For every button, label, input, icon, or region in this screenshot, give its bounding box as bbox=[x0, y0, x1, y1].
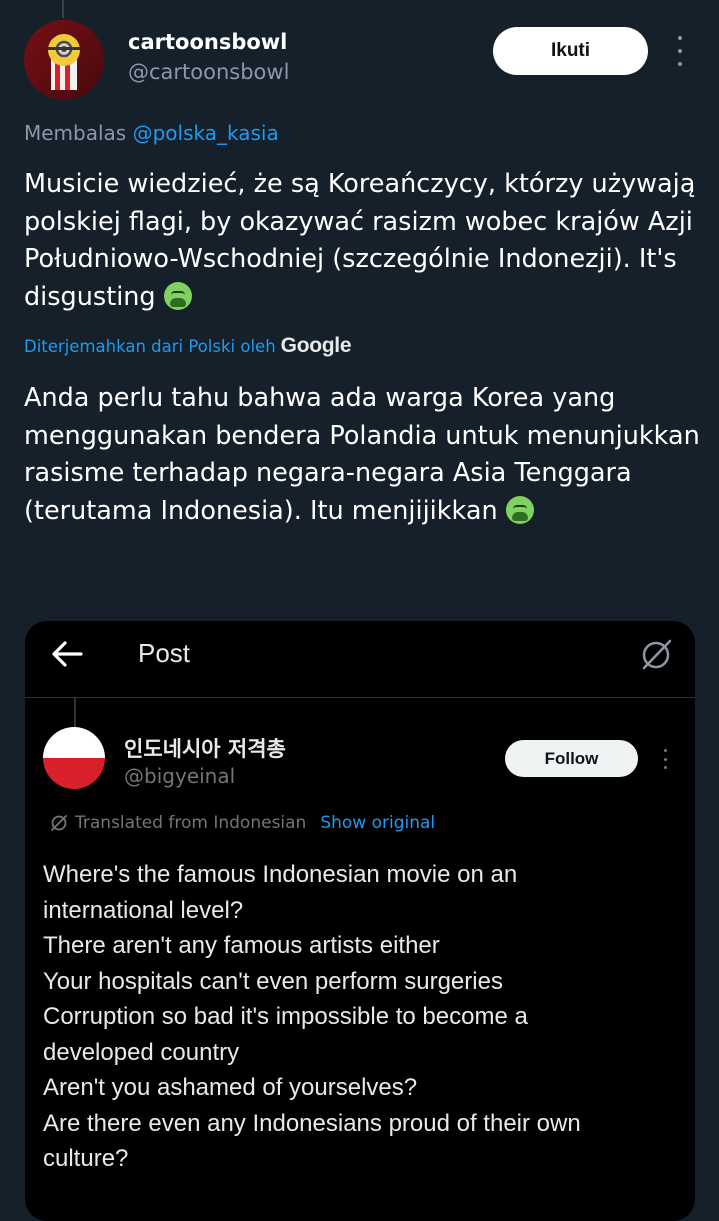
translate-icon bbox=[642, 639, 672, 670]
embed-author-name: 인도네시아 저격총 bbox=[124, 737, 286, 761]
embed-thread-line bbox=[74, 697, 76, 727]
embed-text-line: Where's the famous Indonesian movie on a… bbox=[43, 861, 518, 888]
embed-avatar bbox=[43, 727, 105, 789]
embed-text-line: Aren't you ashamed of yourselves? bbox=[43, 1074, 418, 1101]
translation-attribution[interactable]: Diterjemahkan dari Polski oleh Google bbox=[24, 334, 352, 358]
embed-header-title: Post bbox=[138, 638, 191, 668]
embed-post-text: Where's the famous Indonesian movie on a… bbox=[43, 857, 683, 1177]
embed-text-line: developed country bbox=[43, 1038, 240, 1066]
post-text-translated: Anda perlu tahu bahwa ada warga Korea ya… bbox=[24, 380, 704, 530]
nauseated-face-icon bbox=[505, 495, 534, 524]
avatar-image bbox=[24, 20, 104, 100]
author-name[interactable]: cartoonsbowl bbox=[128, 30, 287, 54]
translated-by-label: Diterjemahkan dari Polski oleh bbox=[24, 336, 276, 356]
embed-text-line: Your hospitals can't even perform surger… bbox=[43, 967, 503, 995]
avatar[interactable] bbox=[24, 20, 104, 100]
follow-button[interactable]: Ikuti bbox=[493, 27, 648, 75]
replying-to-link[interactable]: @polska_kasia bbox=[133, 121, 279, 145]
embed-text-line: There aren't any famous artists either bbox=[43, 932, 440, 959]
post-text-translated-content: Anda perlu tahu bahwa ada warga Korea ya… bbox=[24, 383, 700, 526]
translated-from-label: Translated from Indonesian bbox=[75, 813, 307, 833]
embed-text-line: culture? bbox=[43, 1145, 129, 1172]
post-text-original: Musicie wiedzieć, że są Koreańczycy, któ… bbox=[24, 166, 704, 316]
back-arrow-icon bbox=[52, 641, 83, 667]
embed-header: Post bbox=[25, 621, 695, 698]
embed-text-line: Corruption so bad it's impossible to bec… bbox=[43, 1003, 528, 1030]
embed-translation-note: Translated from Indonesian Show original bbox=[49, 813, 435, 833]
embed-text-line: Are there even any Indonesians proud of … bbox=[43, 1109, 581, 1137]
post-text-original-content: Musicie wiedzieć, że są Koreańczycy, któ… bbox=[24, 169, 696, 312]
embed-text-line: international level? bbox=[43, 896, 244, 924]
show-original-link: Show original bbox=[320, 813, 436, 833]
embed-follow-button: Follow bbox=[505, 740, 638, 777]
embed-author-handle: @bigyeinal bbox=[124, 764, 236, 788]
more-options-icon[interactable] bbox=[672, 36, 688, 66]
replying-prefix: Membalas bbox=[24, 121, 127, 145]
replying-to: Membalas @polska_kasia bbox=[24, 121, 279, 145]
embed-more-icon bbox=[661, 749, 669, 769]
thread-line bbox=[62, 0, 64, 18]
embedded-screenshot[interactable]: Post 인도네시아 저격총 @bigyeinal Follow Transla… bbox=[25, 621, 695, 1221]
nauseated-face-icon bbox=[163, 281, 192, 310]
google-logo: Google bbox=[280, 334, 352, 357]
translate-small-icon bbox=[51, 815, 67, 831]
author-handle[interactable]: @cartoonsbowl bbox=[128, 60, 289, 84]
